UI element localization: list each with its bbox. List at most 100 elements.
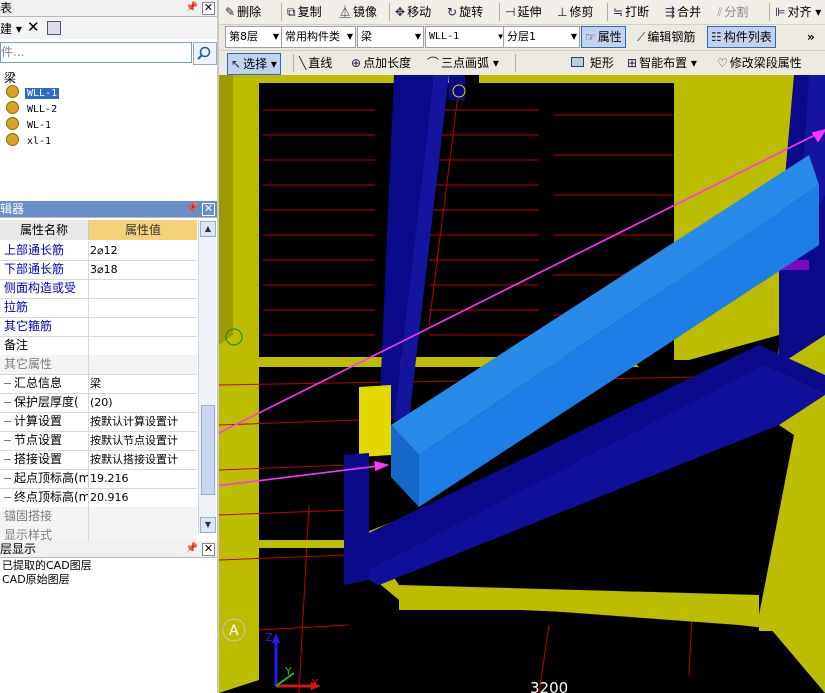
tree-item[interactable]: WLL-2 [6,101,59,116]
extend-icon: ⊣ [505,5,516,19]
search-icon [197,46,211,60]
tree-root-beam[interactable]: 梁 [4,69,16,86]
break-button[interactable]: ≒ 打断 [613,2,649,22]
component-select[interactable]: WLL-1 ▼ [425,26,506,48]
property-value[interactable]: 按默认搭接设置计 [90,450,196,469]
delete-icon[interactable]: ✕ [27,18,40,36]
mirror-button[interactable]: ⏅ 镜像 [339,2,377,22]
edit-rebar-button[interactable]: ⟋ 编辑钢筋 [637,27,695,47]
property-name: 搭接设置 [0,450,89,469]
property-row[interactable]: 下部通长筋 3⌀18 [0,260,197,280]
search-input[interactable]: 件... [0,42,192,63]
layer-item[interactable]: 已提取的CAD图层 [2,559,92,573]
property-row[interactable]: 搭接设置 按默认搭接设置计 [0,450,197,470]
new-component-button[interactable]: 建 ▾ [0,20,22,37]
arc-button[interactable]: ⌒ 三点画弧 ▾ [427,53,499,73]
merge-icon: ⇶ [665,5,676,19]
property-row[interactable]: 计算设置 按默认计算设置计 [0,412,197,432]
new-label: 建 [0,22,13,36]
tree-item[interactable]: WL-1 [6,117,53,132]
property-value[interactable] [90,317,196,336]
line-button[interactable]: ╲ 直线 [299,53,332,73]
property-name: 终点顶标高(m [0,488,89,507]
property-row[interactable]: 上部通长筋 2⌀12 [0,241,197,261]
tree-item[interactable]: WLL-1 [6,85,60,100]
pin-icon[interactable]: 📌 [186,0,198,16]
smart-layout-button[interactable]: ⊞ 智能布置 ▾ [627,53,697,73]
property-value[interactable] [90,336,196,355]
property-value[interactable]: 20.916 [90,488,196,507]
sublayer-select[interactable]: 分层1 ▼ [503,26,580,48]
property-value[interactable] [90,279,196,298]
floor-select[interactable]: 第8层 ▼ [225,26,282,48]
move-button[interactable]: ✥ 移动 [395,2,431,22]
align-button[interactable]: ⊫ 对齐 ▾ [775,2,821,22]
property-value[interactable] [90,355,196,374]
property-value[interactable]: 按默认计算设置计 [90,412,196,431]
property-row[interactable]: 其它箍筋 [0,317,197,337]
split-button[interactable]: ⫽ 分割 [717,2,748,22]
property-value[interactable]: 2⌀12 [90,241,196,260]
pin-icon[interactable]: 📌 [186,541,198,557]
draw-toolbar: ↖ 选择 ▾ ╲ 直线 ⊕ 点加长度 ⌒ 三点画弧 ▾ 矩形 ⊞ 智能布置 ▾ ♡ 修改梁段… [219,50,825,75]
search-button[interactable] [193,42,217,65]
modify-segment-button[interactable]: ♡ 修改梁段属性 [717,53,802,73]
point-length-button[interactable]: ⊕ 点加长度 [351,53,411,73]
property-value[interactable] [90,298,196,317]
scroll-thumb[interactable] [201,405,215,495]
property-value[interactable]: (20) [90,393,196,412]
property-row[interactable]: 锚固搭接 [0,507,197,527]
property-value[interactable]: 按默认节点设置计 [90,431,196,450]
tree-item[interactable]: xl-1 [6,133,53,148]
property-value[interactable]: 梁 [90,374,196,393]
property-row[interactable]: 备注 [0,336,197,356]
rotate-button[interactable]: ↻ 旋转 [447,2,483,22]
property-row[interactable]: 起点顶标高(m 19.216 [0,469,197,489]
property-row[interactable]: 节点设置 按默认节点设置计 [0,431,197,451]
properties-button[interactable]: ☞ 属性 [581,26,626,48]
toolbar-overflow-icon[interactable]: » [807,27,815,47]
scroll-up-icon[interactable]: ▲ [200,221,216,237]
property-name: 侧面构造或受 [0,279,89,298]
align-icon: ⊫ [775,5,786,19]
dimension-label: 3200 [530,679,568,693]
rectangle-button[interactable]: 矩形 [571,53,614,73]
layer-item[interactable]: CAD原始图层 [2,573,70,587]
x-axis-label: X [311,677,319,690]
property-row[interactable]: 保护层厚度((20) [0,393,197,413]
type-select[interactable]: 梁 ▼ [357,26,424,48]
property-row[interactable]: 其它属性 [0,355,197,375]
component-list-title-bar: 表 📌 ✕ [0,0,218,17]
trim-button[interactable]: ⊥ 修剪 [557,2,593,22]
3d-viewport[interactable]: A 3200 Z Y X [219,75,825,693]
property-value[interactable]: 19.216 [90,469,196,488]
copy-button[interactable]: ⧉ 复制 [287,2,322,22]
copy-icon[interactable] [47,21,61,35]
property-name: 计算设置 [0,412,89,431]
delete-button[interactable]: ✎ 删除 [225,2,261,22]
scroll-down-icon[interactable]: ▼ [200,517,216,533]
layer-list: 已提取的CAD图层 CAD原始图层 [0,558,218,693]
close-icon[interactable]: ✕ [202,2,215,15]
property-row[interactable]: 汇总信息梁 [0,374,197,394]
component-list-button[interactable]: ☷ 构件列表 [707,26,776,48]
pin-icon[interactable]: 📌 [186,201,198,217]
component-list-title: 表 [0,1,13,15]
header-name: 属性名称 [0,220,89,240]
select-button[interactable]: ↖ 选择 ▾ [227,53,281,75]
property-row[interactable]: 拉筋 [0,298,197,318]
extend-button[interactable]: ⊣ 延伸 [505,2,541,22]
property-value[interactable]: 3⌀18 [90,260,196,279]
merge-button[interactable]: ⇶ 合并 [665,2,701,22]
3d-scene[interactable]: A 3200 Z Y X [219,75,825,693]
property-value[interactable] [90,507,196,526]
property-name: 上部通长筋 [0,241,89,260]
close-icon[interactable]: ✕ [202,543,215,556]
property-scrollbar[interactable]: ▲ ▼ [198,220,216,533]
property-row[interactable]: 侧面构造或受 [0,279,197,299]
property-row[interactable]: 终点顶标高(m 20.916 [0,488,197,508]
category-select[interactable]: 常用构件类 ▼ [281,26,356,48]
delete-icon: ✎ [225,5,236,19]
close-icon[interactable]: ✕ [202,203,215,216]
cursor-icon: ↖ [231,57,242,71]
